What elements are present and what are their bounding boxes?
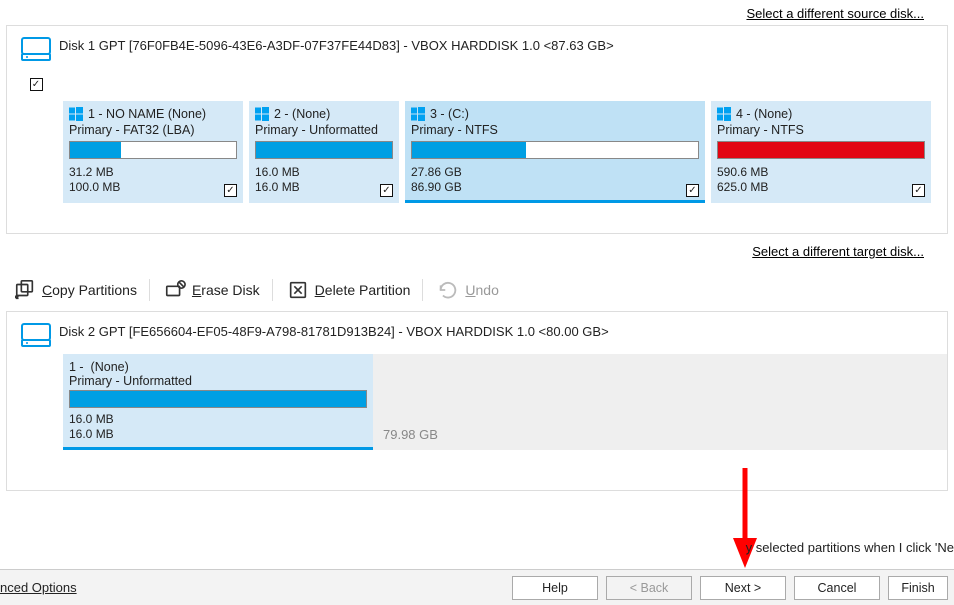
erase-disk-button[interactable]: Erase Disk — [164, 279, 273, 301]
usage-bar — [411, 141, 699, 159]
partition-label: 1 - NO NAME (None) — [88, 107, 206, 121]
partition-label: 2 - (None) — [274, 107, 330, 121]
select-source-link[interactable]: Select a different source disk... — [746, 6, 924, 21]
target-disk-title: Disk 2 GPT [FE656604-EF05-48F9-A798-8178… — [59, 322, 609, 339]
usage-bar — [69, 390, 367, 408]
partition-type: Primary - NTFS — [411, 123, 699, 137]
target-partition[interactable]: 1 - (None) Primary - Unformatted 16.0 MB… — [63, 354, 373, 450]
source-disk-panel: ✓ Disk 1 GPT [76F0FB4E-5096-43E6-A3DF-07… — [6, 25, 948, 234]
next-button[interactable]: Next > — [700, 576, 786, 600]
partition-sizes: 16.0 MB 16.0 MB — [69, 412, 367, 442]
partition-label: 3 - (C:) — [430, 107, 469, 121]
cancel-button[interactable]: Cancel — [794, 576, 880, 600]
partition-type: Primary - Unformatted — [255, 123, 393, 137]
target-disk-panel: Disk 2 GPT [FE656604-EF05-48F9-A798-8178… — [6, 311, 948, 491]
source-partition[interactable]: 2 - (None) Primary - Unformatted 16.0 MB16… — [249, 101, 399, 203]
partition-checkbox[interactable]: ✓ — [686, 184, 699, 197]
partition-sizes: 16.0 MB16.0 MB — [255, 165, 393, 195]
partition-label: 4 - (None) — [736, 107, 792, 121]
source-disk-title: Disk 1 GPT [76F0FB4E-5096-43E6-A3DF-07F3… — [59, 36, 614, 53]
source-partition[interactable]: 1 - NO NAME (None) Primary - FAT32 (LBA) 3… — [63, 101, 243, 203]
partition-sizes: 27.86 GB86.90 GB — [411, 165, 699, 195]
usage-bar — [255, 141, 393, 159]
usage-bar — [717, 141, 925, 159]
usage-bar — [69, 141, 237, 159]
windows-icon — [69, 107, 83, 121]
partition-checkbox[interactable]: ✓ — [380, 184, 393, 197]
partition-checkbox[interactable]: ✓ — [912, 184, 925, 197]
disk-icon — [20, 322, 52, 344]
partition-index: 1 - (None) — [69, 360, 129, 374]
partition-sizes: 590.6 MB625.0 MB — [717, 165, 925, 195]
partition-type: Primary - FAT32 (LBA) — [69, 123, 237, 137]
delete-partition-button[interactable]: Delete Partition — [287, 279, 424, 301]
footer-bar: nced Options Help < Back Next > Cancel F… — [0, 569, 954, 605]
partition-sizes: 31.2 MB100.0 MB — [69, 165, 237, 195]
advanced-options-link[interactable]: nced Options — [0, 580, 77, 595]
copy-partitions-button[interactable]: Copy Partitions — [14, 279, 150, 301]
source-partition[interactable]: 3 - (C:) Primary - NTFS 27.86 GB86.90 GB✓ — [405, 101, 705, 203]
windows-icon — [255, 107, 269, 121]
disk-icon — [20, 36, 52, 58]
toolbar: Copy Partitions Erase Disk Delete Partit… — [0, 269, 954, 311]
partition-type: Primary - NTFS — [717, 123, 925, 137]
source-partition[interactable]: 4 - (None) Primary - NTFS 590.6 MB625.0 MB… — [711, 101, 931, 203]
windows-icon — [411, 107, 425, 121]
select-target-link[interactable]: Select a different target disk... — [752, 244, 924, 259]
source-disk-checkbox[interactable]: ✓ — [30, 78, 43, 91]
partition-type: Primary - Unformatted — [69, 374, 367, 388]
windows-icon — [717, 107, 731, 121]
free-space[interactable]: 79.98 GB — [373, 354, 947, 450]
finish-button[interactable]: Finish — [888, 576, 948, 600]
undo-button: Undo — [437, 279, 510, 301]
back-button: < Back — [606, 576, 692, 600]
partition-checkbox[interactable]: ✓ — [224, 184, 237, 197]
copy-hint-text: y selected partitions when I click 'Ne — [746, 540, 954, 555]
help-button[interactable]: Help — [512, 576, 598, 600]
